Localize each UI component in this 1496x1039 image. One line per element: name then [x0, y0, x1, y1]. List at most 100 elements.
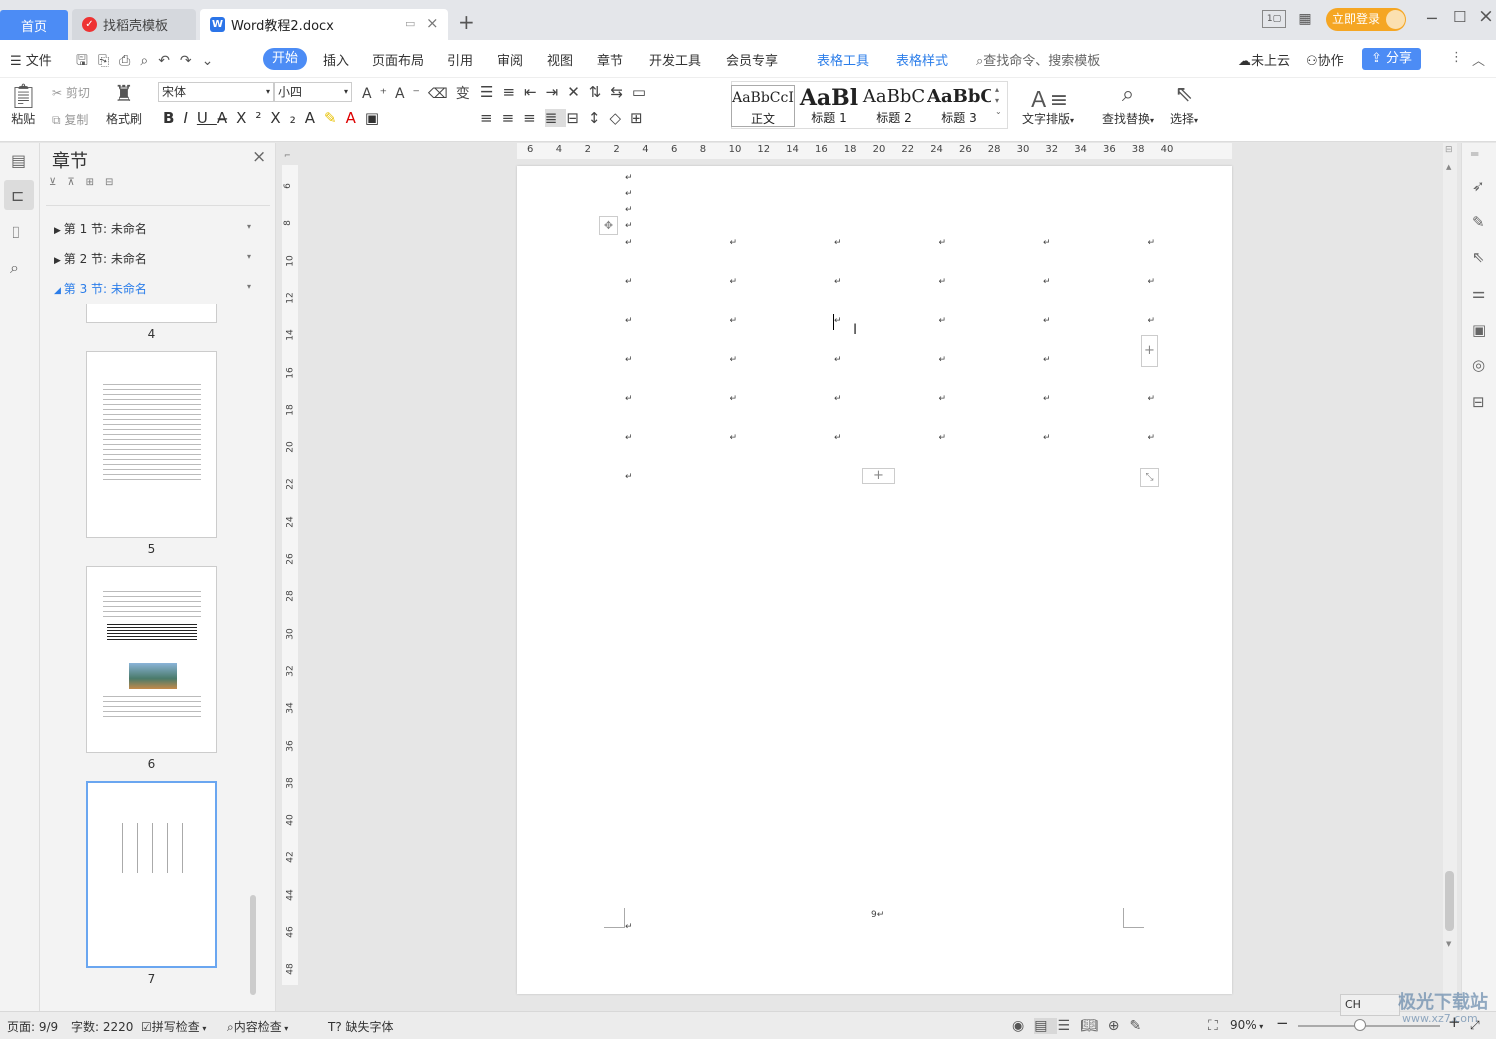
table-cell[interactable]: ↵ — [1148, 394, 1156, 404]
table-cell[interactable]: ↵ — [625, 238, 633, 248]
close-panel-icon[interactable]: × — [252, 147, 266, 167]
table-cell[interactable]: ↵ — [1043, 433, 1051, 443]
collapse-ribbon-icon[interactable]: ︿ — [1472, 50, 1485, 69]
page-thumbnail-4[interactable] — [86, 304, 217, 323]
underline-icon[interactable]: U — [197, 109, 217, 127]
collaborate-button[interactable]: ⚇协作 — [1306, 50, 1344, 69]
table-cell[interactable]: ↵ — [625, 355, 633, 365]
find-replace-button[interactable]: ⌕ 查找替换▾ — [1102, 82, 1154, 127]
font-size-select[interactable]: 小四 ▾ — [274, 82, 352, 102]
font-style-tools[interactable]: BIUA̶X²X₂A✎A▣ — [163, 109, 388, 127]
highlight-icon[interactable]: ✎ — [324, 109, 346, 127]
table-cell[interactable]: ↵ — [939, 316, 947, 326]
scrollbar-thumb[interactable] — [1445, 871, 1454, 931]
style-normal[interactable]: AaBbCcI 正文 — [731, 85, 795, 127]
justify-icon[interactable]: ≣ — [544, 109, 567, 127]
font-color-icon[interactable]: A — [346, 109, 365, 127]
split-icon[interactable]: ⊟ — [1445, 145, 1453, 155]
ime-indicator[interactable]: CH — [1340, 994, 1400, 1016]
page-count[interactable]: 页面: 9/9 — [7, 1018, 58, 1035]
table-cell[interactable]: ↵ — [939, 355, 947, 365]
format-painter-button[interactable]: ♜ 格式刷 — [106, 82, 142, 127]
table-cell[interactable]: ↵ — [834, 433, 842, 443]
cut-button[interactable]: ✂ 剪切 — [52, 84, 90, 101]
close-tab-icon[interactable]: × — [426, 14, 439, 32]
writing-mode-icon[interactable]: ✎ — [1130, 1018, 1152, 1034]
tab-chapter[interactable]: 章节 — [597, 50, 623, 69]
tab-document[interactable]: W Word教程2.docx ▭ × — [200, 9, 448, 40]
section-menu-icon[interactable]: ▾ — [247, 222, 251, 231]
export-icon[interactable]: ⎘ — [98, 53, 119, 69]
tab-developer[interactable]: 开发工具 — [649, 50, 701, 69]
tab-marks-icon[interactable]: ▭ — [632, 83, 655, 101]
bold-icon[interactable]: B — [163, 109, 183, 127]
borders-icon[interactable]: ⊞ — [630, 109, 652, 127]
table-cell[interactable]: ↵ — [834, 316, 842, 326]
section-menu-icon[interactable]: ▾ — [247, 282, 251, 291]
grow-font-icon[interactable]: A⁺ — [362, 86, 395, 102]
paragraph-tools-row2[interactable]: ≡≡≡≣⊟↕◇⊞ — [480, 109, 652, 127]
document-scrollbar[interactable]: ⊟ ▲ ▼ — [1443, 143, 1457, 1011]
collapse-handle-icon[interactable]: ═ — [1471, 147, 1478, 161]
vertical-ruler[interactable]: 6 8 10 12 14 16 18 20 22 24 26 28 30 32 34 36 38 40 42 44 46… — [282, 165, 298, 985]
text-direction-icon[interactable]: ⇆ — [610, 83, 632, 101]
text-effect-icon[interactable]: A — [305, 109, 324, 127]
cloud-status[interactable]: ☁未上云 — [1238, 50, 1290, 69]
add-section-icon[interactable]: ⊞ — [86, 177, 105, 188]
spell-check-button[interactable]: ☑拼写检查 ▾ — [141, 1018, 206, 1035]
preview-icon[interactable]: ⌕ — [140, 53, 158, 69]
table-cell[interactable]: ↵ — [939, 394, 947, 404]
zoom-out-icon[interactable]: − — [1276, 1014, 1289, 1032]
font-family-select[interactable]: 宋体 ▾ — [158, 82, 274, 102]
share-button[interactable]: ⇪ 分享 — [1362, 48, 1421, 70]
table-cell[interactable]: ↵ — [1043, 316, 1051, 326]
sliders-icon[interactable]: ⚌ — [1472, 284, 1485, 302]
section-item-1[interactable]: ▶ 第 1 节: 未命名 ▾ — [54, 220, 251, 237]
apps-grid-icon[interactable]: ▦ — [1296, 10, 1314, 28]
tab-layout[interactable]: 页面布局 — [372, 50, 424, 69]
outline-icon[interactable]: ▤ — [11, 151, 26, 170]
tab-review[interactable]: 审阅 — [497, 50, 523, 69]
clear-format-icon[interactable]: ⌫ — [428, 86, 456, 102]
panel-scrollbar[interactable] — [250, 895, 256, 995]
eye-protection-icon[interactable]: ◉ — [1012, 1018, 1034, 1034]
scroll-up-icon[interactable]: ▲ — [1446, 163, 1451, 171]
table-cell[interactable]: ↵ — [1043, 238, 1051, 248]
section-menu-icon[interactable]: ▾ — [247, 252, 251, 261]
table-cell[interactable]: ↵ — [625, 433, 633, 443]
tab-view[interactable]: 视图 — [547, 50, 573, 69]
table-move-handle-icon[interactable]: ✥ — [599, 216, 618, 235]
document-table[interactable]: ↵↵↵↵↵↵↵↵↵↵↵↵↵↵↵↵↵↵↵↵↵↵↵↵↵↵↵↵↵↵↵↵↵↵↵↵ — [625, 238, 1155, 478]
horizontal-ruler[interactable]: 6 4 2 2 4 6 8 10 12 14 16 18 20 22 24 26 28 30 32 34 36 38 40 — [517, 143, 1232, 159]
redo-icon[interactable]: ↷ — [180, 53, 202, 69]
tab-start[interactable]: 开始 — [263, 48, 307, 70]
table-cell[interactable]: ↵ — [834, 394, 842, 404]
chapter-nav-icon[interactable]: ⊏ — [11, 186, 24, 205]
table-cell[interactable]: ↵ — [625, 316, 633, 326]
tab-references[interactable]: 引用 — [447, 50, 473, 69]
bookmark-icon[interactable]: ⌷ — [11, 223, 21, 243]
section-item-3[interactable]: ◢ 第 3 节: 未命名 ▾ — [54, 280, 251, 297]
command-search[interactable]: ⌕查找命令、搜索模板 — [976, 50, 1100, 69]
table-cell[interactable]: ↵ — [834, 355, 842, 365]
more-options-icon[interactable]: ⋮ — [1450, 50, 1463, 65]
tab-vip[interactable]: 会员专享 — [726, 50, 778, 69]
web-view-icon[interactable]: ⊕ — [1108, 1018, 1130, 1034]
phonetic-icon[interactable]: 变 — [456, 86, 478, 102]
style-heading2[interactable]: AaBbC 标题 2 — [862, 85, 926, 127]
align-right-icon[interactable]: ≡ — [523, 109, 545, 127]
page-thumbnail-7[interactable] — [86, 781, 217, 968]
compass-icon[interactable]: ◎ — [1472, 356, 1485, 374]
undo-icon[interactable]: ↶ — [158, 53, 180, 69]
expand-all-icon[interactable]: ⊻ — [49, 177, 67, 188]
search-icon[interactable]: ⌕ — [10, 258, 19, 278]
table-cell[interactable]: ↵ — [1043, 355, 1051, 365]
tab-home[interactable]: 首页 — [0, 10, 68, 40]
line-spacing-icon[interactable]: ↕ — [588, 109, 610, 127]
tab-table-style[interactable]: 表格样式 — [896, 50, 948, 69]
save-icon[interactable]: 🖫 — [76, 53, 98, 69]
tab-table-tools[interactable]: 表格工具 — [817, 50, 869, 69]
table-cell[interactable]: ↵ — [625, 277, 633, 287]
numbered-list-icon[interactable]: ≡ — [502, 83, 524, 101]
print-icon[interactable]: ⎙ — [119, 53, 140, 69]
